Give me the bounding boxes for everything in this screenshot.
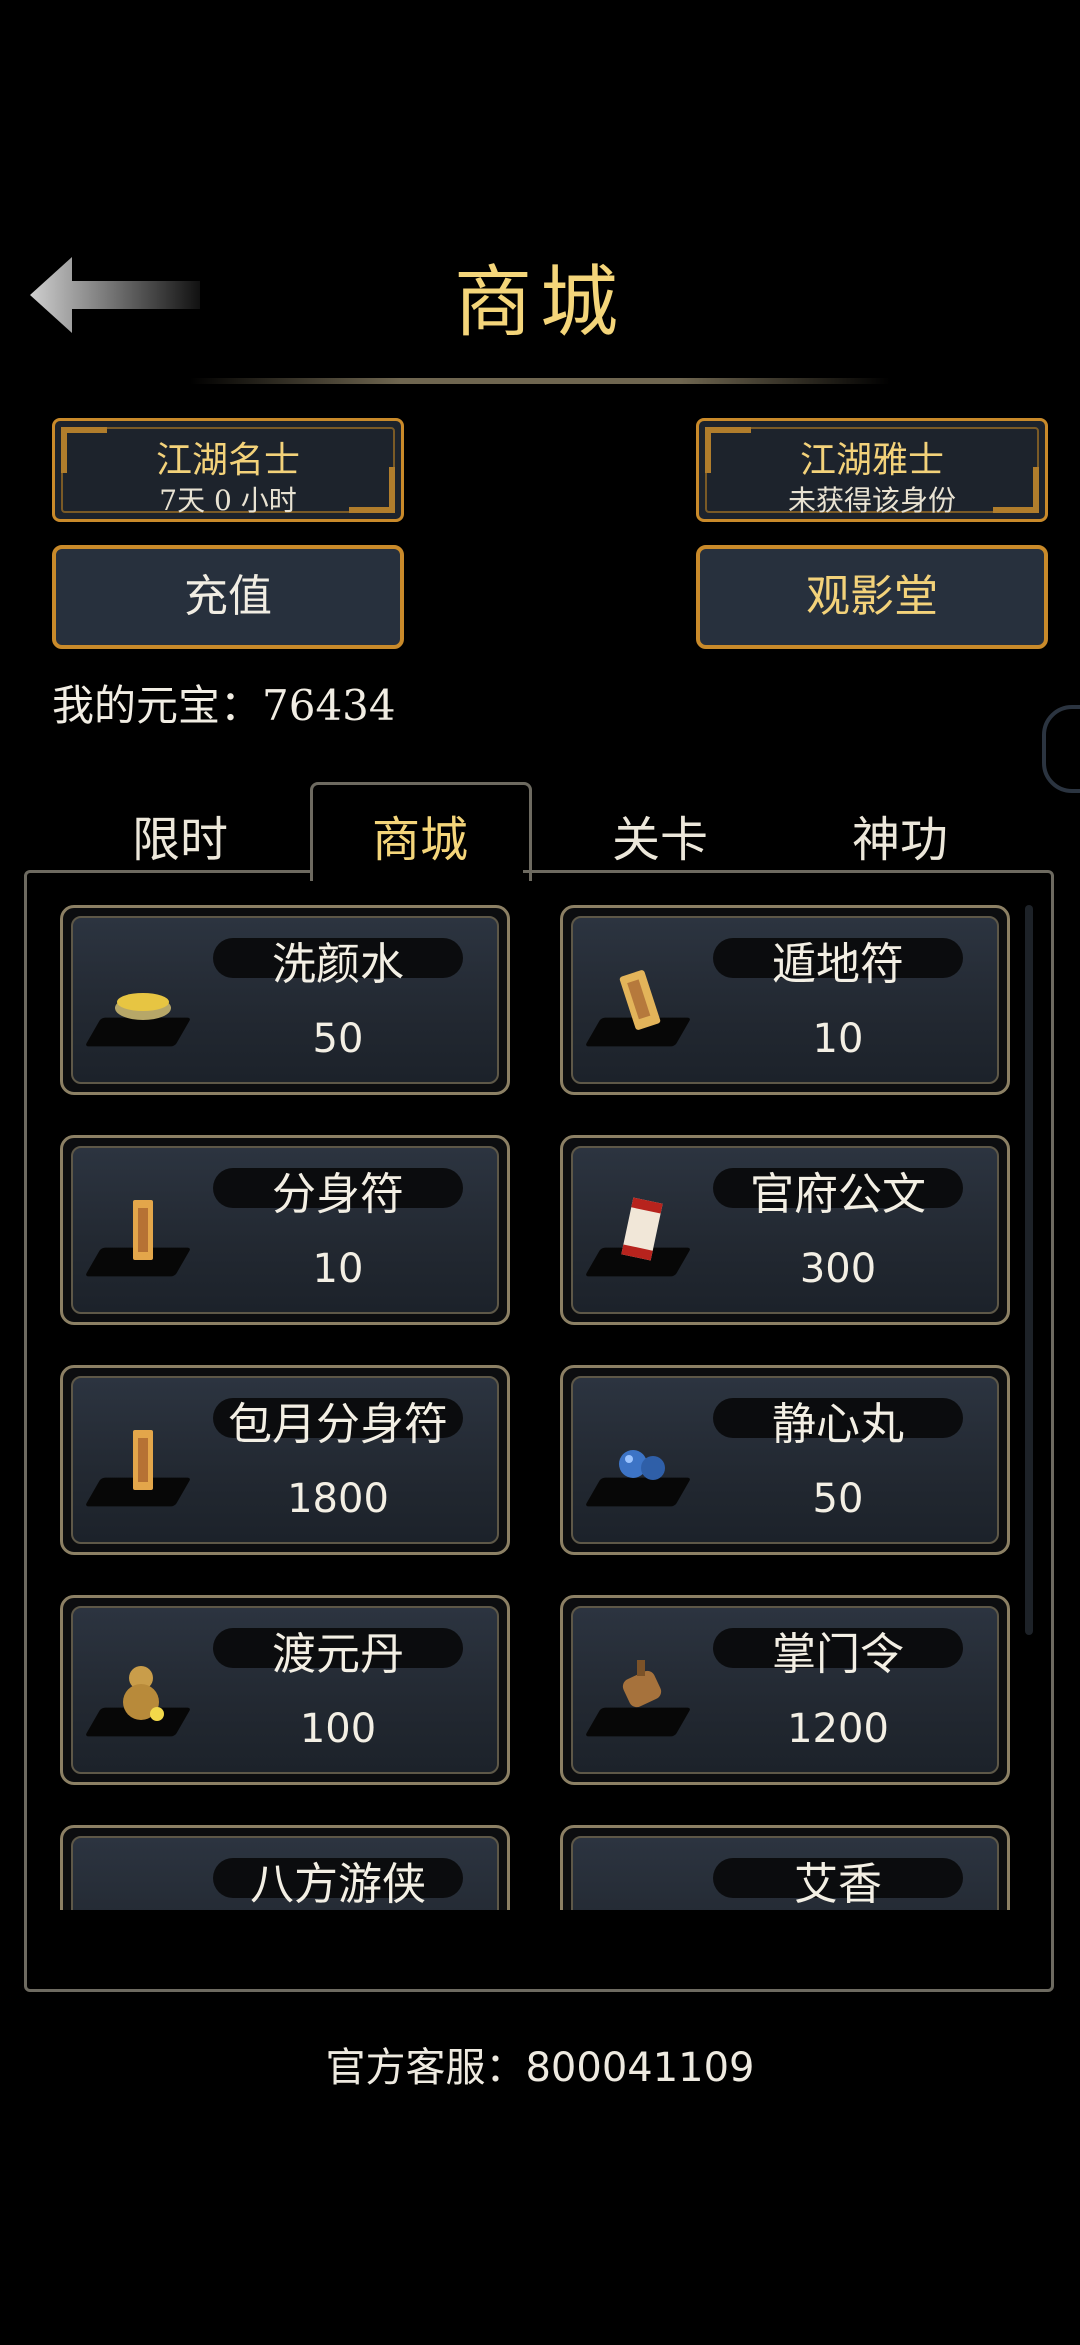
tab-skill[interactable]: 神功 bbox=[790, 800, 1010, 870]
item-price: 100 bbox=[299, 1706, 377, 1752]
shop-item[interactable]: 遁地符 10 bbox=[560, 905, 1010, 1095]
talisman-icon bbox=[619, 970, 661, 1030]
rank-title: 江湖雅士 bbox=[799, 440, 944, 481]
item-name: 静心丸 bbox=[772, 1399, 904, 1450]
item-name: 艾香 bbox=[794, 1859, 882, 1910]
theater-button[interactable]: 观影堂 bbox=[696, 545, 1048, 649]
currency-balance: 我的元宝：76434 bbox=[52, 681, 396, 730]
item-name: 遁地符 bbox=[772, 939, 904, 990]
shop-item[interactable]: 包月分身符 1800 bbox=[60, 1365, 510, 1555]
rank-title: 江湖名士 bbox=[155, 440, 300, 481]
recharge-button[interactable]: 充值 bbox=[52, 545, 404, 649]
shop-item[interactable]: 官府公文 300 bbox=[560, 1135, 1010, 1325]
item-price: 10 bbox=[812, 1016, 864, 1062]
item-name: 包月分身符 bbox=[228, 1399, 448, 1450]
shop-item[interactable]: 静心丸 50 bbox=[560, 1365, 1010, 1555]
item-price: 10 bbox=[312, 1246, 364, 1292]
item-price: 50 bbox=[812, 1476, 864, 1522]
item-name: 渡元丹 bbox=[272, 1629, 404, 1680]
incense-icon bbox=[613, 1886, 673, 1910]
tab-shop[interactable]: 商城 bbox=[310, 800, 530, 870]
item-price: 50 bbox=[312, 1016, 364, 1062]
rank-card-yashi[interactable]: 江湖雅士 未获得该身份 bbox=[696, 418, 1048, 522]
item-grid: 洗颜水 50 遁地符 10 分身符 10 官府公文 300 包月分身符 1800… bbox=[60, 905, 1020, 1910]
item-price: 1800 bbox=[287, 1476, 389, 1522]
scroll-icon bbox=[621, 1197, 663, 1261]
title-divider bbox=[190, 378, 890, 384]
tab-stage[interactable]: 关卡 bbox=[550, 800, 770, 870]
item-name: 分身符 bbox=[272, 1169, 404, 1220]
item-name: 掌门令 bbox=[772, 1629, 904, 1680]
page-title: 商城 bbox=[453, 258, 626, 348]
scrollbar[interactable] bbox=[1025, 905, 1033, 1635]
pill-icon bbox=[619, 1450, 665, 1480]
mask-icon bbox=[113, 1886, 173, 1910]
rank-card-mingshi[interactable]: 江湖名士 7天 0 小时 bbox=[52, 418, 404, 522]
talisman-icon bbox=[133, 1430, 153, 1490]
shop-item[interactable]: 洗颜水 50 bbox=[60, 905, 510, 1095]
gourd-icon bbox=[123, 1666, 164, 1721]
shop-item[interactable]: 掌门令 1200 bbox=[560, 1595, 1010, 1785]
item-price: 300 bbox=[799, 1246, 877, 1292]
item-name: 官府公文 bbox=[750, 1169, 926, 1220]
customer-service: 官方客服：800041109 bbox=[325, 2045, 755, 2091]
item-name: 洗颜水 bbox=[272, 939, 404, 990]
token-icon bbox=[622, 1660, 662, 1708]
bowl-icon bbox=[115, 993, 171, 1020]
tab-limited[interactable]: 限时 bbox=[70, 800, 290, 870]
shop-item[interactable]: 分身符 10 bbox=[60, 1135, 510, 1325]
side-handle[interactable] bbox=[1042, 705, 1080, 793]
shop-item[interactable]: 八方游侠 bbox=[60, 1825, 510, 1910]
rank-subtitle: 未获得该身份 bbox=[787, 484, 956, 517]
item-name: 八方游侠 bbox=[250, 1859, 426, 1910]
item-price: 1200 bbox=[787, 1706, 889, 1752]
talisman-icon bbox=[133, 1200, 153, 1260]
rank-subtitle: 7天 0 小时 bbox=[159, 484, 297, 517]
shop-item[interactable]: 渡元丹 100 bbox=[60, 1595, 510, 1785]
shop-item[interactable]: 艾香 bbox=[560, 1825, 1010, 1910]
